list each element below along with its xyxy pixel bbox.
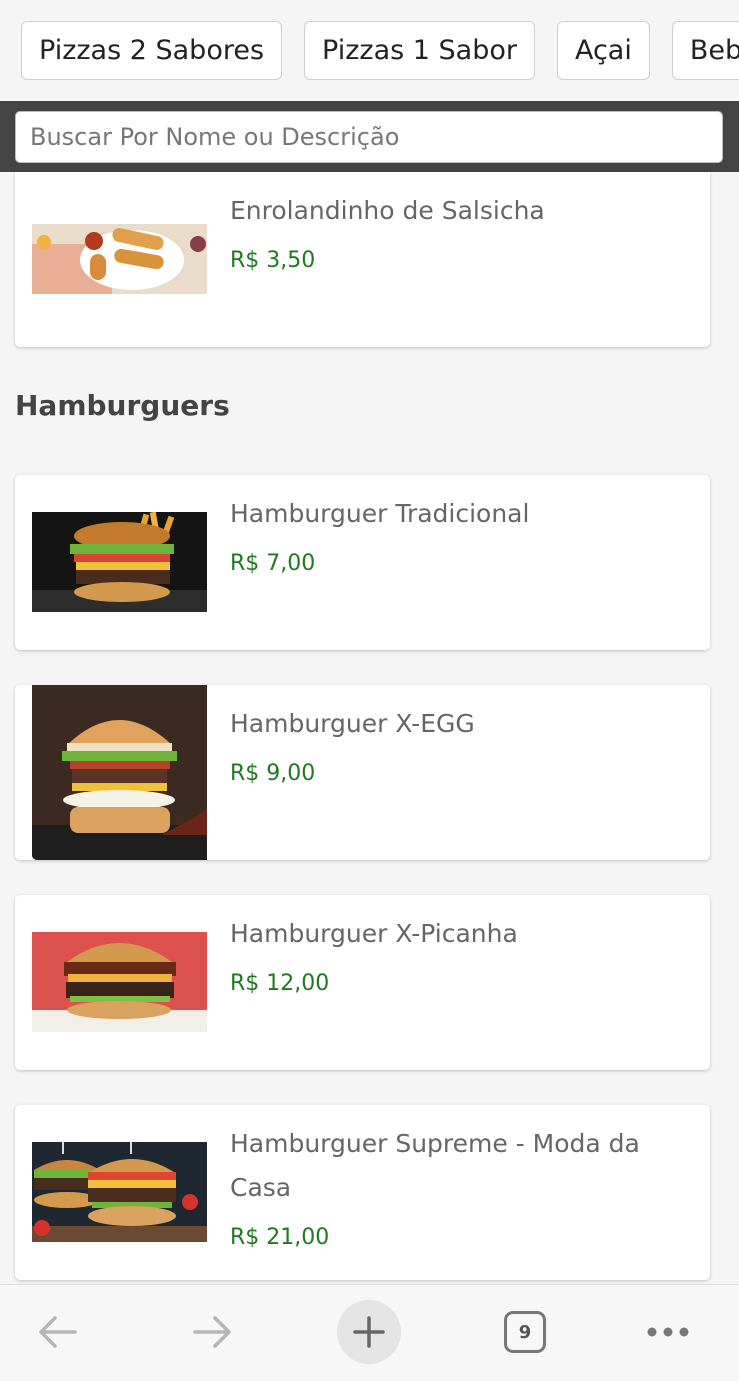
browser-bottom-nav: 9 (0, 1284, 739, 1381)
product-price: R$ 9,00 (230, 761, 316, 786)
product-name: Enrolandinho de Salsicha (230, 196, 545, 225)
product-image (32, 1142, 207, 1242)
tabs-icon: 9 (504, 1311, 546, 1353)
tab-count: 9 (518, 1321, 532, 1343)
product-name: Hamburguer Supreme - Moda da Casa (230, 1129, 640, 1202)
search-input[interactable] (15, 111, 723, 163)
category-acai[interactable]: Açai (556, 21, 650, 80)
back-button[interactable] (22, 1297, 92, 1367)
new-tab-button[interactable] (334, 1297, 404, 1367)
category-pizzas-2-sabores[interactable]: Pizzas 2 Sabores (21, 21, 283, 80)
product-card[interactable]: Hamburguer Supreme - Moda da Casa R$ 21,… (15, 1105, 710, 1280)
category-bar: Pizzas 2 Sabores Pizzas 1 Sabor Açai Beb (0, 0, 739, 101)
forward-arrow-icon (193, 1316, 231, 1348)
product-image (32, 224, 207, 294)
search-bar (0, 101, 739, 172)
category-bebidas[interactable]: Beb (671, 21, 739, 80)
product-name: Hamburguer X-EGG (230, 709, 475, 738)
plus-icon (353, 1316, 385, 1348)
product-card[interactable]: Hamburguer X-EGG R$ 9,00 (15, 685, 710, 860)
back-arrow-icon (39, 1316, 77, 1348)
product-image (32, 932, 207, 1032)
screen: Pizzas 2 Sabores Pizzas 1 Sabor Açai Beb… (0, 0, 739, 1381)
category-pizzas-1-sabor[interactable]: Pizzas 1 Sabor (304, 21, 535, 80)
more-button[interactable] (633, 1297, 703, 1367)
product-price: R$ 7,00 (230, 551, 316, 576)
section-title: Hamburguers (15, 389, 230, 422)
product-price: R$ 21,00 (230, 1225, 330, 1250)
product-name: Hamburguer X-Picanha (230, 919, 518, 948)
product-price: R$ 3,50 (230, 248, 316, 273)
product-name: Hamburguer Tradicional (230, 499, 530, 528)
more-icon (647, 1327, 689, 1337)
product-image (32, 512, 207, 612)
forward-button[interactable] (178, 1297, 248, 1367)
tabs-button[interactable]: 9 (490, 1297, 560, 1367)
product-card[interactable]: Hamburguer Tradicional R$ 7,00 (15, 475, 710, 650)
product-price: R$ 12,00 (230, 971, 330, 996)
product-image (32, 685, 207, 860)
product-card[interactable]: Enrolandinho de Salsicha R$ 3,50 (15, 172, 710, 347)
product-card[interactable]: Hamburguer X-Picanha R$ 12,00 (15, 895, 710, 1070)
